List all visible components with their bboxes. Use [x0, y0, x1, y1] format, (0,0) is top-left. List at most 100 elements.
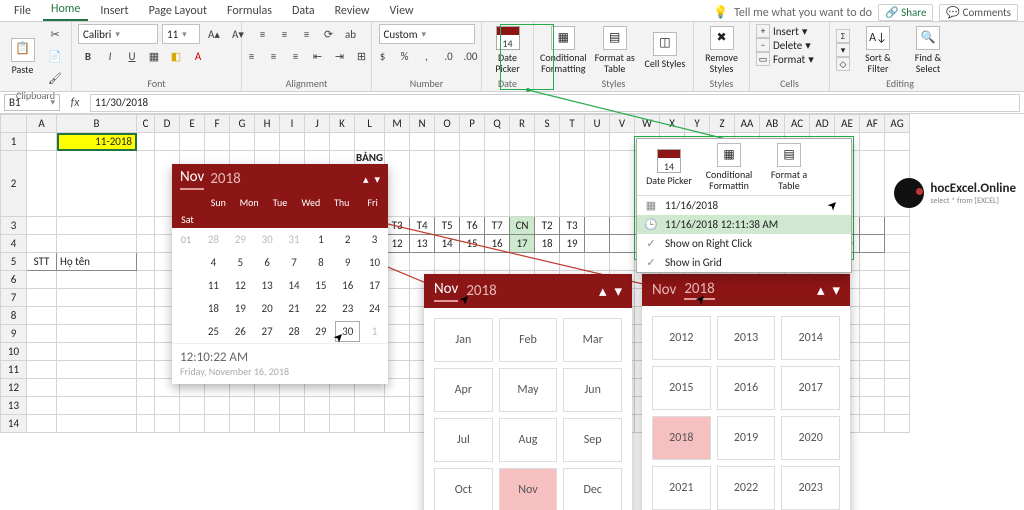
cell[interactable]: 15 — [460, 235, 485, 253]
cell[interactable] — [385, 379, 410, 397]
month-cell[interactable]: Apr — [434, 368, 493, 412]
cell[interactable] — [385, 307, 410, 325]
cell[interactable] — [27, 307, 57, 325]
column-header[interactable]: F — [205, 115, 230, 133]
paste-button[interactable]: 📋Paste — [6, 38, 39, 75]
comments-button[interactable]: 💬 Comments — [939, 4, 1018, 21]
column-header[interactable]: R — [510, 115, 535, 133]
cell[interactable] — [205, 133, 230, 151]
row-header[interactable]: 8 — [1, 307, 27, 325]
row-header[interactable]: 5 — [1, 253, 27, 271]
tab-formulas[interactable]: Formulas — [219, 1, 280, 21]
cell[interactable] — [57, 415, 137, 433]
month-cell[interactable]: Jul — [434, 418, 493, 462]
tab-page-layout[interactable]: Page Layout — [141, 1, 215, 21]
cell[interactable] — [330, 397, 355, 415]
cell[interactable] — [27, 325, 57, 343]
cell[interactable] — [585, 235, 610, 253]
dp-item-right-click[interactable]: ✓Show on Right Click — [637, 234, 851, 253]
wrap-text-button[interactable]: ab — [341, 24, 361, 44]
align-center-button[interactable]: ≡ — [264, 46, 284, 66]
year-cell[interactable]: 2013 — [717, 316, 776, 360]
cell[interactable] — [385, 397, 410, 415]
cell[interactable] — [410, 151, 435, 217]
column-header[interactable]: E — [180, 115, 205, 133]
cell[interactable] — [535, 253, 560, 271]
day-cell[interactable]: 25 — [200, 320, 227, 343]
column-header[interactable]: K — [330, 115, 355, 133]
cell[interactable] — [27, 379, 57, 397]
cell[interactable] — [885, 397, 910, 415]
column-header[interactable]: V — [610, 115, 635, 133]
cell[interactable] — [255, 397, 280, 415]
cell[interactable] — [27, 361, 57, 379]
cell[interactable] — [485, 253, 510, 271]
row-header[interactable]: 9 — [1, 325, 27, 343]
cell[interactable] — [885, 361, 910, 379]
cell[interactable] — [610, 151, 635, 217]
number-format-combo[interactable]: Custom▾ — [379, 24, 475, 44]
cell[interactable] — [57, 397, 137, 415]
row-header[interactable]: 14 — [1, 415, 27, 433]
month-next-button[interactable]: ▾ — [614, 282, 622, 301]
column-header[interactable]: N — [410, 115, 435, 133]
decrease-decimal-button[interactable]: .00 — [461, 46, 481, 66]
cell[interactable] — [535, 151, 560, 217]
cell[interactable]: T4 — [410, 217, 435, 235]
format-painter-button[interactable]: 🖌 — [45, 68, 65, 88]
cell[interactable] — [385, 343, 410, 361]
cell[interactable] — [355, 133, 385, 151]
cell[interactable] — [610, 235, 635, 253]
day-cell[interactable]: 17 — [361, 274, 388, 297]
cell[interactable] — [27, 415, 57, 433]
year-cell[interactable]: 2019 — [717, 416, 776, 460]
cell[interactable] — [460, 151, 485, 217]
clear-button[interactable]: ◇ — [836, 57, 850, 71]
orientation-button[interactable]: ⟳ — [319, 24, 339, 44]
day-cell[interactable]: 27 — [254, 320, 281, 343]
cell[interactable] — [560, 253, 585, 271]
cell[interactable]: 11-2018 — [57, 133, 137, 151]
cell[interactable] — [205, 415, 230, 433]
cell[interactable] — [305, 397, 330, 415]
year-cell[interactable]: 2012 — [652, 316, 711, 360]
dp-cond-format-button[interactable]: ▦Conditional Formattin — [701, 143, 757, 191]
cell[interactable]: T6 — [460, 217, 485, 235]
font-color-button[interactable]: A — [188, 46, 208, 66]
cell[interactable] — [27, 235, 57, 253]
day-cell[interactable]: 8 — [307, 251, 334, 274]
sort-filter-button[interactable]: A↓Sort & Filter — [856, 26, 900, 74]
column-header[interactable]: D — [155, 115, 180, 133]
column-header[interactable]: P — [460, 115, 485, 133]
month-cell[interactable]: Feb — [499, 318, 558, 362]
tell-me[interactable]: Tell me what you want to do — [734, 6, 872, 20]
column-header[interactable]: M — [385, 115, 410, 133]
day-cell[interactable]: 23 — [334, 297, 361, 320]
cell[interactable] — [205, 397, 230, 415]
cell[interactable] — [57, 235, 137, 253]
cell[interactable] — [230, 397, 255, 415]
cell[interactable]: 17 — [510, 235, 535, 253]
row-header[interactable]: 10 — [1, 343, 27, 361]
fill-button[interactable]: ▾ — [836, 43, 850, 57]
cell[interactable]: 18 — [535, 235, 560, 253]
fx-button[interactable]: fx — [64, 96, 86, 110]
column-header[interactable]: AE — [835, 115, 860, 133]
dp-format-table-button[interactable]: ▤Format a Table — [761, 143, 817, 191]
month-picker-month[interactable]: Nov — [434, 280, 458, 302]
cell[interactable] — [385, 271, 410, 289]
day-cell[interactable]: 30 — [334, 320, 361, 343]
cell[interactable] — [137, 289, 155, 307]
day-cell[interactable]: 30 — [254, 228, 281, 251]
day-cell[interactable]: 9 — [334, 251, 361, 274]
year-cell[interactable]: 2018 — [652, 416, 711, 460]
column-header[interactable]: W — [635, 115, 660, 133]
cell[interactable] — [535, 133, 560, 151]
row-header[interactable]: 4 — [1, 235, 27, 253]
cell[interactable] — [57, 217, 137, 235]
cell[interactable] — [230, 415, 255, 433]
column-header[interactable]: I — [280, 115, 305, 133]
increase-font-button[interactable]: A▴ — [204, 24, 224, 44]
tab-data[interactable]: Data — [284, 1, 323, 21]
column-header[interactable]: AC — [785, 115, 810, 133]
